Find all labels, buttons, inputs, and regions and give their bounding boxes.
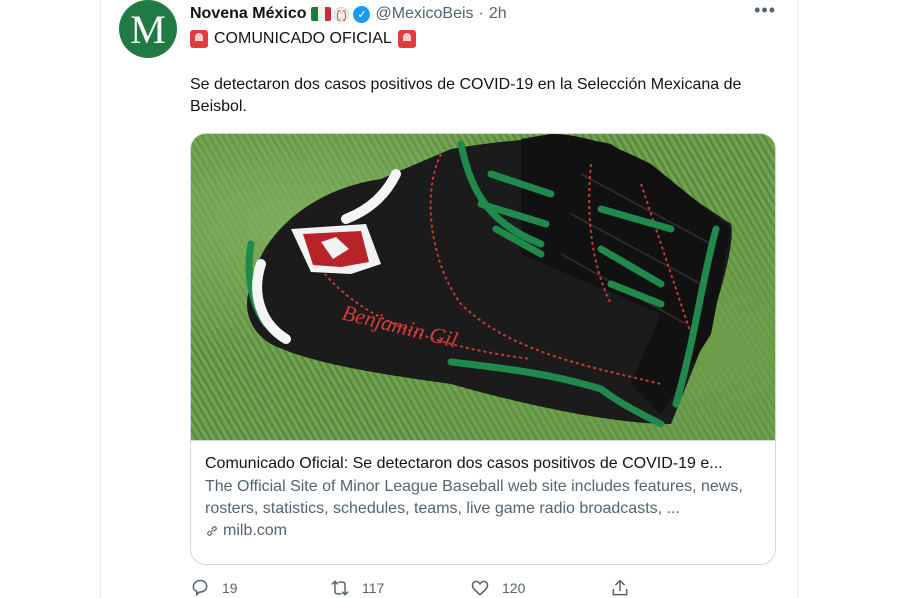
announcement-line: COMUNICADO OFICIAL xyxy=(190,30,416,48)
tweet-text: Se detectaron dos casos positivos de COV… xyxy=(190,76,742,115)
like-icon xyxy=(471,580,489,596)
retweet-count: 117 xyxy=(362,580,385,596)
card-domain: milb.com xyxy=(223,522,288,539)
retweet-button[interactable]: 117 xyxy=(330,578,470,598)
left-column xyxy=(0,0,101,598)
separator-dot: · xyxy=(478,5,484,22)
baseball-glove-image: Benjamin Gil xyxy=(245,134,732,428)
more-options-button[interactable]: ••• xyxy=(754,0,776,21)
card-info[interactable]: Comunicado Oficial: Se detectaron dos ca… xyxy=(191,440,775,564)
announcement-text: COMUNICADO OFICIAL xyxy=(214,30,392,47)
link-card[interactable]: Benjamin Gil Comunicado Oficial: Se dete… xyxy=(190,133,776,565)
retweet-icon xyxy=(331,580,349,596)
mexico-flag-icon xyxy=(311,7,332,21)
author-name[interactable]: Novena México xyxy=(190,5,306,23)
card-domain-row: milb.com xyxy=(205,522,761,540)
author-handle[interactable]: @MexicoBeis xyxy=(375,5,473,23)
reply-icon xyxy=(192,579,208,597)
baseball-icon xyxy=(334,6,350,22)
right-column xyxy=(797,0,898,598)
reply-count: 19 xyxy=(222,580,238,596)
tweet-actions: 19 117 120 xyxy=(190,578,750,598)
avatar-letter: M xyxy=(130,6,166,52)
verified-badge-icon: ✓ xyxy=(353,5,371,23)
siren-icon xyxy=(397,30,416,48)
like-button[interactable]: 120 xyxy=(470,578,610,598)
card-title: Comunicado Oficial: Se detectaron dos ca… xyxy=(205,455,723,472)
siren-icon xyxy=(190,30,208,48)
link-icon xyxy=(207,526,217,536)
share-button[interactable] xyxy=(610,578,750,598)
tweet[interactable]: M Novena México ✓ @MexicoBeis · 2h ••• C… xyxy=(102,0,796,598)
tweet-time[interactable]: 2h xyxy=(489,5,507,23)
reply-button[interactable]: 19 xyxy=(190,578,330,598)
avatar[interactable]: M xyxy=(119,0,177,58)
like-count: 120 xyxy=(502,580,526,596)
tweet-header: Novena México ✓ @MexicoBeis · 2h xyxy=(190,3,507,25)
share-icon xyxy=(612,579,628,596)
card-image[interactable]: Benjamin Gil xyxy=(191,134,775,440)
card-description: The Official Site of Minor League Baseba… xyxy=(205,478,743,517)
